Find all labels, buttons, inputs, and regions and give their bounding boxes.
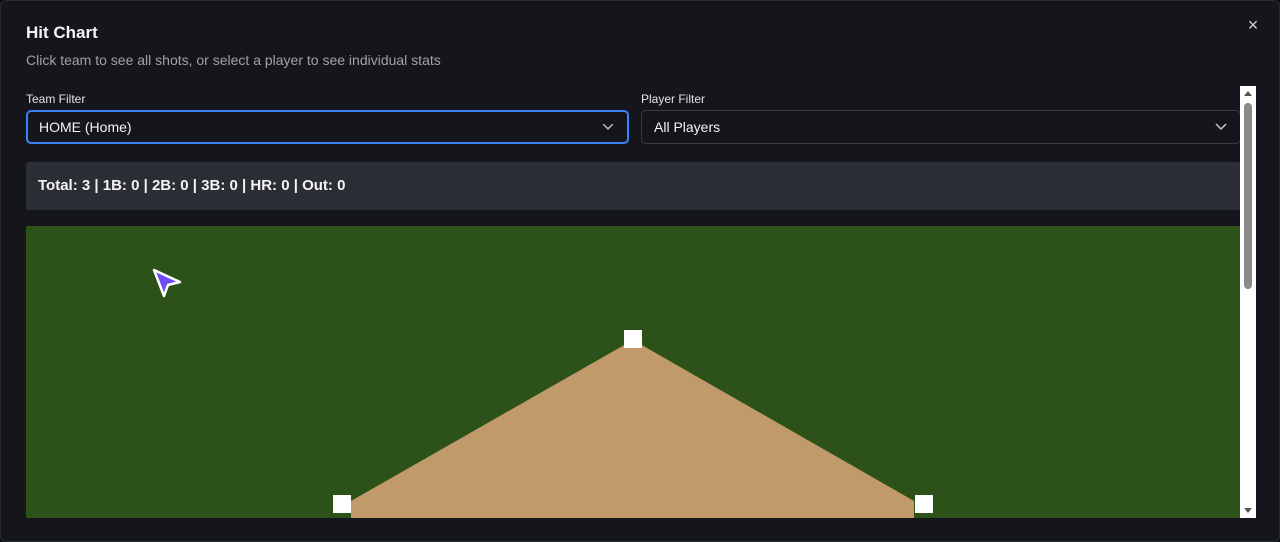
team-filter-value: HOME (Home) [39, 119, 132, 135]
field-diagram [26, 226, 1241, 518]
team-filter-select[interactable]: HOME (Home) [26, 110, 629, 144]
baseball-field[interactable] [26, 226, 1241, 518]
scroll-down-arrow-icon[interactable] [1244, 508, 1252, 513]
dialog-title: Hit Chart [26, 23, 98, 42]
player-filter-value: All Players [654, 119, 721, 135]
dialog-subtitle: Click team to see all shots, or select a… [26, 52, 441, 68]
hit-chart-dialog: Hit Chart Click team to see all shots, o… [0, 0, 1280, 542]
chevron-down-icon [602, 123, 614, 130]
dialog-content: Team Filter HOME (Home) Player Filter Al… [26, 86, 1256, 518]
third-base [333, 495, 351, 513]
close-icon[interactable]: × [1243, 15, 1263, 35]
player-filter-label: Player Filter [641, 92, 706, 106]
scroll-up-arrow-icon[interactable] [1244, 91, 1252, 96]
content-scrollbar[interactable] [1240, 86, 1256, 518]
cursor-arrow-icon [152, 268, 182, 298]
chevron-down-icon [1215, 123, 1227, 131]
team-filter-label: Team Filter [26, 92, 86, 106]
second-base [624, 330, 642, 348]
hit-stats-summary: Total: 3 | 1B: 0 | 2B: 0 | 3B: 0 | HR: 0… [26, 162, 1241, 210]
scrollbar-thumb[interactable] [1244, 103, 1252, 289]
player-filter-select[interactable]: All Players [641, 110, 1241, 144]
first-base [915, 495, 933, 513]
